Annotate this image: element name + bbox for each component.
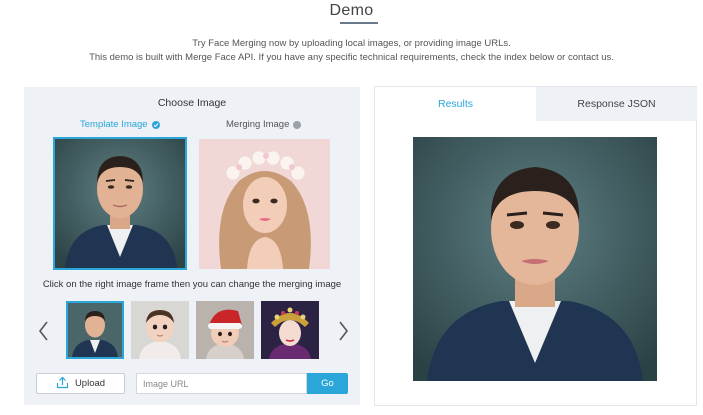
results-panel: Results Response JSON bbox=[374, 86, 697, 406]
merging-image-frame[interactable] bbox=[199, 139, 330, 269]
merging-hint-text: Click on the right image frame then you … bbox=[42, 279, 342, 290]
woman-flower-crown-image bbox=[199, 139, 330, 269]
tab-merging-label: Merging Image bbox=[226, 119, 290, 130]
santa-hat-child-thumbnail-icon bbox=[196, 301, 254, 359]
tab-merging-image[interactable]: Merging Image bbox=[226, 119, 302, 130]
status-dot-icon bbox=[293, 120, 302, 129]
subtitle-line-2: This demo is built with Merge Face API. … bbox=[89, 52, 614, 63]
opera-headdress-thumbnail-icon bbox=[261, 301, 319, 359]
template-image-frame[interactable] bbox=[53, 137, 187, 270]
man-portrait-image bbox=[55, 139, 185, 268]
chevron-right-icon[interactable] bbox=[337, 319, 351, 343]
chevron-left-icon[interactable] bbox=[36, 319, 50, 343]
thumbnail-opera[interactable] bbox=[261, 301, 319, 359]
thumbnail-santa-child[interactable] bbox=[196, 301, 254, 359]
tab-results[interactable]: Results bbox=[375, 87, 536, 121]
thumbnail-man[interactable] bbox=[66, 301, 124, 359]
go-button[interactable]: Go bbox=[307, 373, 348, 394]
upload-button[interactable]: Upload bbox=[36, 373, 125, 394]
thumbnail-baby[interactable] bbox=[131, 301, 189, 359]
tab-template-label: Template Image bbox=[80, 119, 148, 130]
merged-face-result-image bbox=[413, 137, 657, 381]
choose-image-panel: Choose Image Template Image Merging Imag… bbox=[24, 87, 360, 405]
tab-template-image[interactable]: Template Image bbox=[80, 119, 160, 130]
subtitle-line-1: Try Face Merging now by uploading local … bbox=[192, 38, 511, 49]
choose-image-title: Choose Image bbox=[157, 97, 227, 109]
page-title: Demo bbox=[329, 2, 374, 19]
upload-icon bbox=[56, 376, 69, 392]
title-underline bbox=[340, 22, 378, 24]
tab-response-json[interactable]: Response JSON bbox=[536, 87, 697, 121]
upload-label: Upload bbox=[74, 378, 106, 389]
result-image-frame bbox=[413, 137, 657, 381]
man-portrait-thumbnail-icon bbox=[68, 303, 122, 357]
baby-thumbnail-icon bbox=[131, 301, 189, 359]
image-url-input[interactable] bbox=[136, 373, 307, 394]
check-circle-icon bbox=[151, 120, 160, 129]
